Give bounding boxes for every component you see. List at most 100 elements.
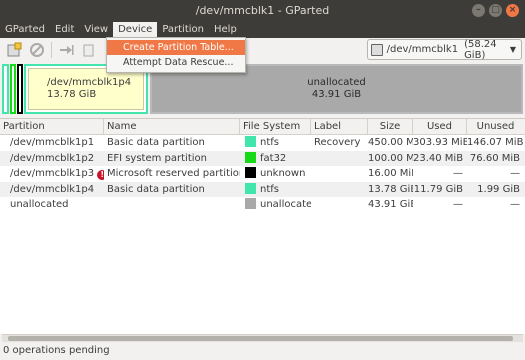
- partition-table: Partition Name File System Label Size Us…: [0, 118, 525, 334]
- warning-icon: !: [97, 170, 104, 180]
- menu-edit[interactable]: Edit: [50, 22, 79, 38]
- horizontal-scrollbar[interactable]: [2, 334, 523, 342]
- close-icon[interactable]: ×: [506, 4, 519, 17]
- cell-partition-text: /dev/mmcblk1p3: [10, 168, 95, 179]
- fs-color-swatch: [245, 167, 256, 178]
- device-name: /dev/mmcblk1: [386, 44, 459, 55]
- cell-name: EFI system partition: [107, 152, 207, 164]
- cell-used: —: [453, 168, 463, 179]
- cell-size: 100.00 MiB: [368, 152, 413, 164]
- diskmap-partition-p3[interactable]: [17, 64, 23, 114]
- diskmap-p4-size: 13.78 GiB: [47, 89, 97, 100]
- diskmap-partition-p1[interactable]: [2, 64, 9, 114]
- toolbar-separator: [51, 42, 52, 58]
- cell-used: 11.79 GiB: [413, 183, 463, 195]
- menubar: GParted Edit View Device Partition Help: [0, 22, 525, 38]
- cell-unused: 76.60 MiB: [469, 152, 520, 164]
- cell-name: Basic data partition: [107, 137, 205, 148]
- cell-unused: 146.07 MiB: [467, 137, 524, 148]
- cell-label: Recovery: [314, 137, 361, 148]
- device-size: (58.24 GiB): [464, 38, 497, 61]
- cell-filesystem: unallocated: [240, 197, 311, 213]
- cell-filesystem: ntfs: [240, 135, 311, 151]
- cell-fs-text: ntfs: [260, 137, 279, 148]
- menu-item-create-partition-table[interactable]: Create Partition Table...: [107, 40, 245, 55]
- window-controls: – □ ×: [472, 4, 519, 17]
- table-row[interactable]: /dev/mmcblk1p2 EFI system partition fat3…: [0, 150, 525, 167]
- column-header-used[interactable]: Used: [413, 119, 467, 134]
- diskmap-unallocated-name: unallocated: [307, 77, 366, 88]
- scrollbar-thumb[interactable]: [8, 336, 513, 341]
- table-row[interactable]: /dev/mmcblk1p3! Microsoft reserved parti…: [0, 166, 525, 182]
- minimize-icon[interactable]: –: [472, 4, 485, 17]
- diskmap-unallocated-size: 43.91 GiB: [311, 89, 362, 100]
- cell-partition: unallocated: [10, 199, 69, 210]
- diskmap-p4-name: /dev/mmcblk1p4: [47, 77, 132, 88]
- cell-fs-text: fat32: [260, 152, 287, 164]
- cell-size: 450.00 MiB: [368, 137, 413, 148]
- copy-icon[interactable]: [80, 41, 98, 59]
- cell-unused: 1.99 GiB: [477, 183, 520, 195]
- table-row[interactable]: /dev/mmcblk1p4 Basic data partition ntfs…: [0, 181, 525, 198]
- cell-partition: /dev/mmcblk1p2: [10, 152, 95, 164]
- table-header: Partition Name File System Label Size Us…: [0, 119, 525, 135]
- device-menu-dropdown: Create Partition Table... Attempt Data R…: [106, 37, 246, 73]
- menu-item-attempt-data-rescue[interactable]: Attempt Data Rescue...: [107, 55, 245, 70]
- column-header-filesystem[interactable]: File System: [240, 119, 311, 134]
- cell-partition: /dev/mmcblk1p3!: [0, 166, 104, 182]
- cell-filesystem: unknown: [240, 166, 311, 182]
- cell-unused: —: [510, 199, 520, 210]
- table-row[interactable]: unallocated unallocated 43.91 GiB — —: [0, 197, 525, 213]
- cell-fs-text: unallocated: [260, 199, 311, 210]
- cell-fs-text: unknown: [260, 168, 306, 179]
- cell-partition: /dev/mmcblk1p1: [10, 137, 95, 148]
- cell-used: 23.40 MiB: [413, 152, 464, 164]
- fs-color-swatch: [245, 151, 256, 163]
- fs-color-swatch: [245, 136, 256, 147]
- chevron-down-icon: ▼: [509, 45, 516, 54]
- cell-filesystem: fat32: [240, 151, 311, 167]
- cell-name: Basic data partition: [107, 183, 205, 195]
- cell-used: —: [453, 199, 463, 210]
- cell-size: 16.00 MiB: [368, 168, 413, 179]
- menu-help[interactable]: Help: [209, 22, 242, 38]
- window-titlebar: /dev/mmcblk1 - GParted – □ ×: [0, 0, 525, 22]
- fs-color-swatch: [245, 182, 256, 194]
- cell-name: [104, 197, 240, 213]
- menu-view[interactable]: View: [79, 22, 113, 38]
- cell-label: [311, 182, 368, 198]
- maximize-icon[interactable]: □: [489, 4, 502, 17]
- drive-icon: [371, 43, 383, 56]
- status-text: 0 operations pending: [3, 345, 110, 356]
- device-selector[interactable]: /dev/mmcblk1 (58.24 GiB) ▼: [367, 38, 522, 61]
- cell-fs-text: ntfs: [260, 183, 279, 195]
- toolbar: /dev/mmcblk1 (58.24 GiB) ▼: [0, 38, 525, 62]
- column-header-unused[interactable]: Unused: [467, 119, 524, 134]
- diskmap-p4-inner: /dev/mmcblk1p4 13.78 GiB: [28, 68, 144, 110]
- status-bar: 0 operations pending: [0, 342, 525, 360]
- cell-unused: —: [510, 168, 520, 179]
- diskmap-partition-p2[interactable]: [10, 64, 16, 114]
- new-partition-icon[interactable]: [5, 41, 23, 59]
- column-header-partition[interactable]: Partition: [0, 119, 104, 134]
- cell-label: [311, 166, 368, 182]
- cell-size: 43.91 GiB: [368, 199, 413, 210]
- column-header-size[interactable]: Size: [368, 119, 413, 134]
- window-title: /dev/mmcblk1 - GParted: [195, 4, 330, 17]
- resize-icon[interactable]: [57, 41, 75, 59]
- cell-size: 13.78 GiB: [368, 183, 413, 195]
- delete-icon[interactable]: [28, 41, 46, 59]
- disk-map: /dev/mmcblk1p4 13.78 GiB unallocated 43.…: [2, 64, 523, 114]
- cell-label: [311, 197, 368, 213]
- menu-gparted[interactable]: GParted: [0, 22, 50, 38]
- menu-partition[interactable]: Partition: [157, 22, 209, 38]
- column-header-name[interactable]: Name: [104, 119, 240, 134]
- cell-used: 303.93 MiB: [413, 137, 467, 148]
- menu-device[interactable]: Device: [113, 22, 158, 38]
- cell-label: [311, 151, 368, 167]
- table-row[interactable]: /dev/mmcblk1p1 Basic data partition ntfs…: [0, 135, 525, 151]
- cell-name: Microsoft reserved partition: [107, 168, 240, 179]
- column-header-label[interactable]: Label: [311, 119, 368, 134]
- cell-filesystem: ntfs: [240, 182, 311, 198]
- fs-color-swatch: [245, 198, 256, 209]
